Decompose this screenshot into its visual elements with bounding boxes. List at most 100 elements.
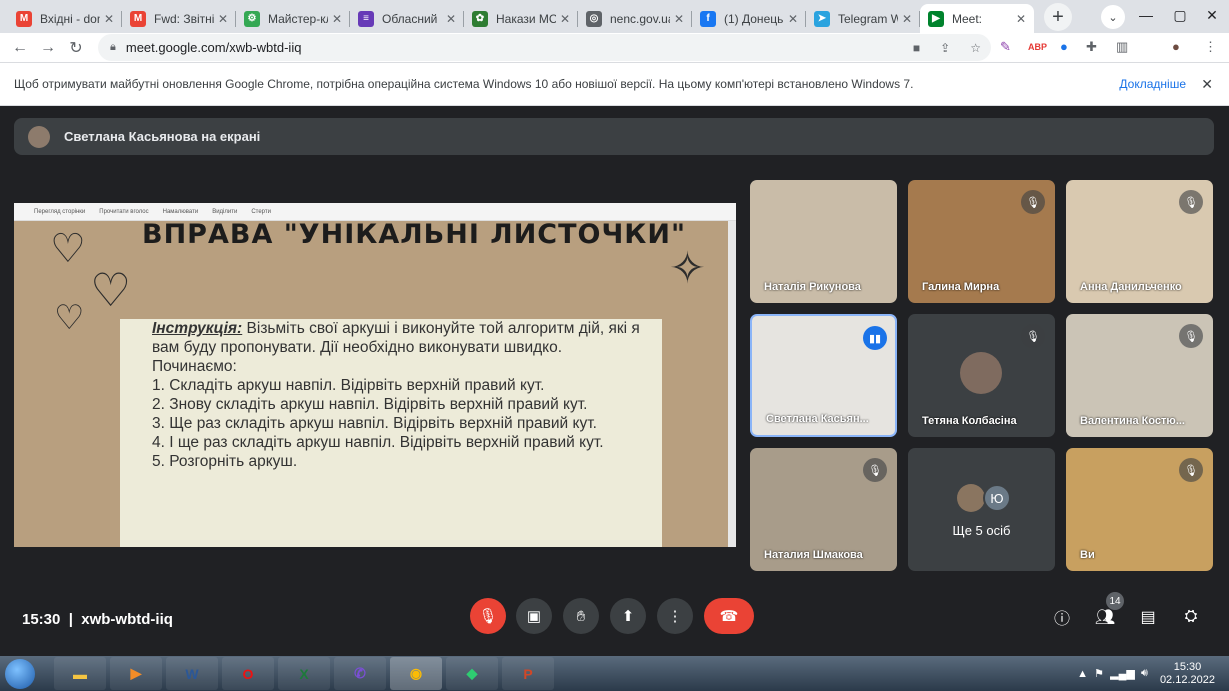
- heart-icon: ♡: [90, 264, 132, 316]
- browser-tab[interactable]: f (1) Донець ✕: [692, 4, 806, 33]
- viber-icon[interactable]: ✆: [334, 657, 386, 690]
- camera-button[interactable]: ▣: [516, 598, 552, 634]
- close-icon[interactable]: ✕: [1201, 76, 1213, 93]
- opera-icon[interactable]: O: [222, 657, 274, 690]
- powerpoint-icon[interactable]: P: [502, 657, 554, 690]
- pen-extension-icon[interactable]: ✎: [1000, 39, 1011, 55]
- extensions-puzzle-icon[interactable]: ✚: [1086, 39, 1097, 55]
- step: 5. Розгорніть аркуш.: [152, 453, 298, 470]
- tool-label[interactable]: Намалювати: [163, 209, 199, 215]
- system-clock[interactable]: 15:30 02.12.2022: [1160, 661, 1215, 687]
- tool-label[interactable]: Перегляд сторінки: [34, 209, 85, 215]
- browser-tab[interactable]: ▶ Meet: ✕: [920, 4, 1034, 33]
- start-button[interactable]: [0, 656, 40, 691]
- tab-search-button[interactable]: ⌄: [1101, 5, 1125, 29]
- close-tab-icon[interactable]: ✕: [902, 12, 912, 26]
- new-tab-button[interactable]: +: [1044, 3, 1072, 31]
- tab-title: Fwd: Звітні: [154, 11, 214, 26]
- leave-call-button[interactable]: ☎︎: [704, 598, 754, 634]
- mic-off-button[interactable]: 🎙︎: [470, 598, 506, 634]
- media-icon[interactable]: ▶: [110, 657, 162, 690]
- participant-tile[interactable]: 🎙︎ Наталия Шмакова: [750, 448, 897, 571]
- tab-title: nenc.gov.ua: [610, 11, 670, 26]
- participant-name: Наталія Рикунова: [764, 281, 861, 293]
- signal-icon[interactable]: ▂▄▆: [1110, 667, 1135, 680]
- tool-label[interactable]: Виділити: [212, 209, 237, 215]
- close-tab-icon[interactable]: ✕: [218, 12, 228, 26]
- participant-tile[interactable]: Наталія Рикунова: [750, 180, 897, 303]
- excel-icon[interactable]: X: [278, 657, 330, 690]
- minimize-button[interactable]: —: [1129, 0, 1163, 30]
- instruction-card: Інструкція: Візьміть свої аркуші і викон…: [120, 319, 662, 547]
- forward-arrow-icon[interactable]: →: [34, 39, 62, 57]
- maximize-button[interactable]: ▢: [1163, 0, 1197, 30]
- share-icon[interactable]: ⇪: [940, 41, 950, 55]
- camera-icon[interactable]: ■: [913, 41, 920, 55]
- participant-tile[interactable]: 🎙︎ Анна Данильченко: [1066, 180, 1213, 303]
- back-arrow-icon[interactable]: ←: [6, 39, 34, 57]
- browser-tab[interactable]: ≡ Обласний ✕: [350, 4, 464, 33]
- chrome-icon[interactable]: ◉: [390, 657, 442, 690]
- slide-title: ВПРАВА "УНІКАЛЬНІ ЛИСТОЧКИ": [142, 219, 687, 250]
- participant-tile[interactable]: 🎙︎ Валентина Костю...: [1066, 314, 1213, 437]
- flag-icon[interactable]: ⚑: [1094, 667, 1104, 680]
- browser-tab[interactable]: M Fwd: Звітні ✕: [122, 4, 236, 33]
- avatar: [960, 352, 1002, 394]
- participant-tile[interactable]: 🎙︎ Ви: [1066, 448, 1213, 571]
- profile-avatar[interactable]: ●: [1172, 39, 1180, 54]
- facebook-icon: f: [700, 10, 716, 27]
- avatar: [957, 484, 985, 512]
- telegram-icon: ➤: [814, 10, 830, 27]
- tool-label[interactable]: Стерти: [251, 209, 271, 215]
- browser-tab[interactable]: ✿ Накази МС ✕: [464, 4, 578, 33]
- mic-off-icon: 🎙︎: [1179, 324, 1203, 348]
- reload-icon[interactable]: ↻: [62, 38, 90, 58]
- heart-icon: ♡: [54, 299, 85, 337]
- browser-tab[interactable]: ➤ Telegram W ✕: [806, 4, 920, 33]
- address-bar[interactable]: 🔒︎ meet.google.com/xwb-wbtd-iiq ■ ⇪ ☆: [98, 34, 991, 61]
- browser-tab[interactable]: M Вхідні - dom ✕: [8, 4, 122, 33]
- participant-name: Ви: [1080, 549, 1095, 561]
- participant-name: Валентина Костю...: [1080, 415, 1185, 427]
- volume-icon[interactable]: 🔊︎: [1141, 667, 1148, 680]
- browser-tab[interactable]: ◎ nenc.gov.ua ✕: [578, 4, 692, 33]
- close-tab-icon[interactable]: ✕: [788, 12, 798, 26]
- more-options-button[interactable]: ⋮: [657, 598, 693, 634]
- close-tab-icon[interactable]: ✕: [332, 12, 342, 26]
- explorer-icon[interactable]: ▬: [54, 657, 106, 690]
- step: 3. Ще раз складіть аркуш навпіл. Відірві…: [152, 415, 597, 432]
- presenter-text: Светлана Касьянова на екрані: [64, 129, 261, 144]
- close-window-button[interactable]: ✕: [1195, 0, 1229, 30]
- tab-title: (1) Донець: [724, 11, 784, 26]
- extension-dot-icon[interactable]: ●: [1060, 39, 1068, 54]
- word-icon[interactable]: W: [166, 657, 218, 690]
- tool-label[interactable]: Прочитати вголос: [99, 209, 148, 215]
- activities-icon[interactable]: ⛭: [1178, 604, 1204, 630]
- meeting-clock: 15:30 | xwb-wbtd-iiq: [22, 611, 173, 628]
- mic-off-icon: 🎙︎: [1021, 190, 1045, 214]
- info-icon[interactable]: ⓘ: [1049, 604, 1075, 630]
- close-tab-icon[interactable]: ✕: [446, 12, 456, 26]
- star-icon[interactable]: ☆: [970, 41, 981, 55]
- sidepanel-icon[interactable]: ▥: [1116, 39, 1128, 55]
- menu-kebab-icon[interactable]: ⋮: [1204, 39, 1217, 55]
- close-tab-icon[interactable]: ✕: [104, 12, 114, 26]
- chat-icon[interactable]: ▤: [1135, 604, 1161, 630]
- url-text: meet.google.com/xwb-wbtd-iiq: [125, 40, 302, 55]
- app-icon[interactable]: ◆: [446, 657, 498, 690]
- more-participants-tile[interactable]: Ю Ще 5 осіб: [908, 448, 1055, 571]
- participant-tile[interactable]: 🎙︎ Галина Мирна: [908, 180, 1055, 303]
- adblock-icon[interactable]: ABP: [1028, 42, 1047, 52]
- participant-tile[interactable]: 🎙︎ Тетяна Колбасіна: [908, 314, 1055, 437]
- scrollbar[interactable]: [728, 221, 736, 547]
- close-tab-icon[interactable]: ✕: [674, 12, 684, 26]
- close-tab-icon[interactable]: ✕: [1016, 12, 1026, 26]
- participant-tile[interactable]: ▮▮ Светлана Касьян...: [750, 314, 897, 437]
- windows-taskbar: ▬ ▶ W O X ✆ ◉ ◆ P ▲ ⚑ ▂▄▆ 🔊︎ 15:30 02.12…: [0, 656, 1229, 691]
- close-tab-icon[interactable]: ✕: [560, 12, 570, 26]
- browser-tab[interactable]: ⚙ Майстер-кл ✕: [236, 4, 350, 33]
- raise-hand-button[interactable]: ✋︎: [563, 598, 599, 634]
- present-screen-button[interactable]: ⬆: [610, 598, 646, 634]
- learn-more-link[interactable]: Докладніше: [1119, 77, 1186, 91]
- tray-arrow-icon[interactable]: ▲: [1077, 668, 1088, 680]
